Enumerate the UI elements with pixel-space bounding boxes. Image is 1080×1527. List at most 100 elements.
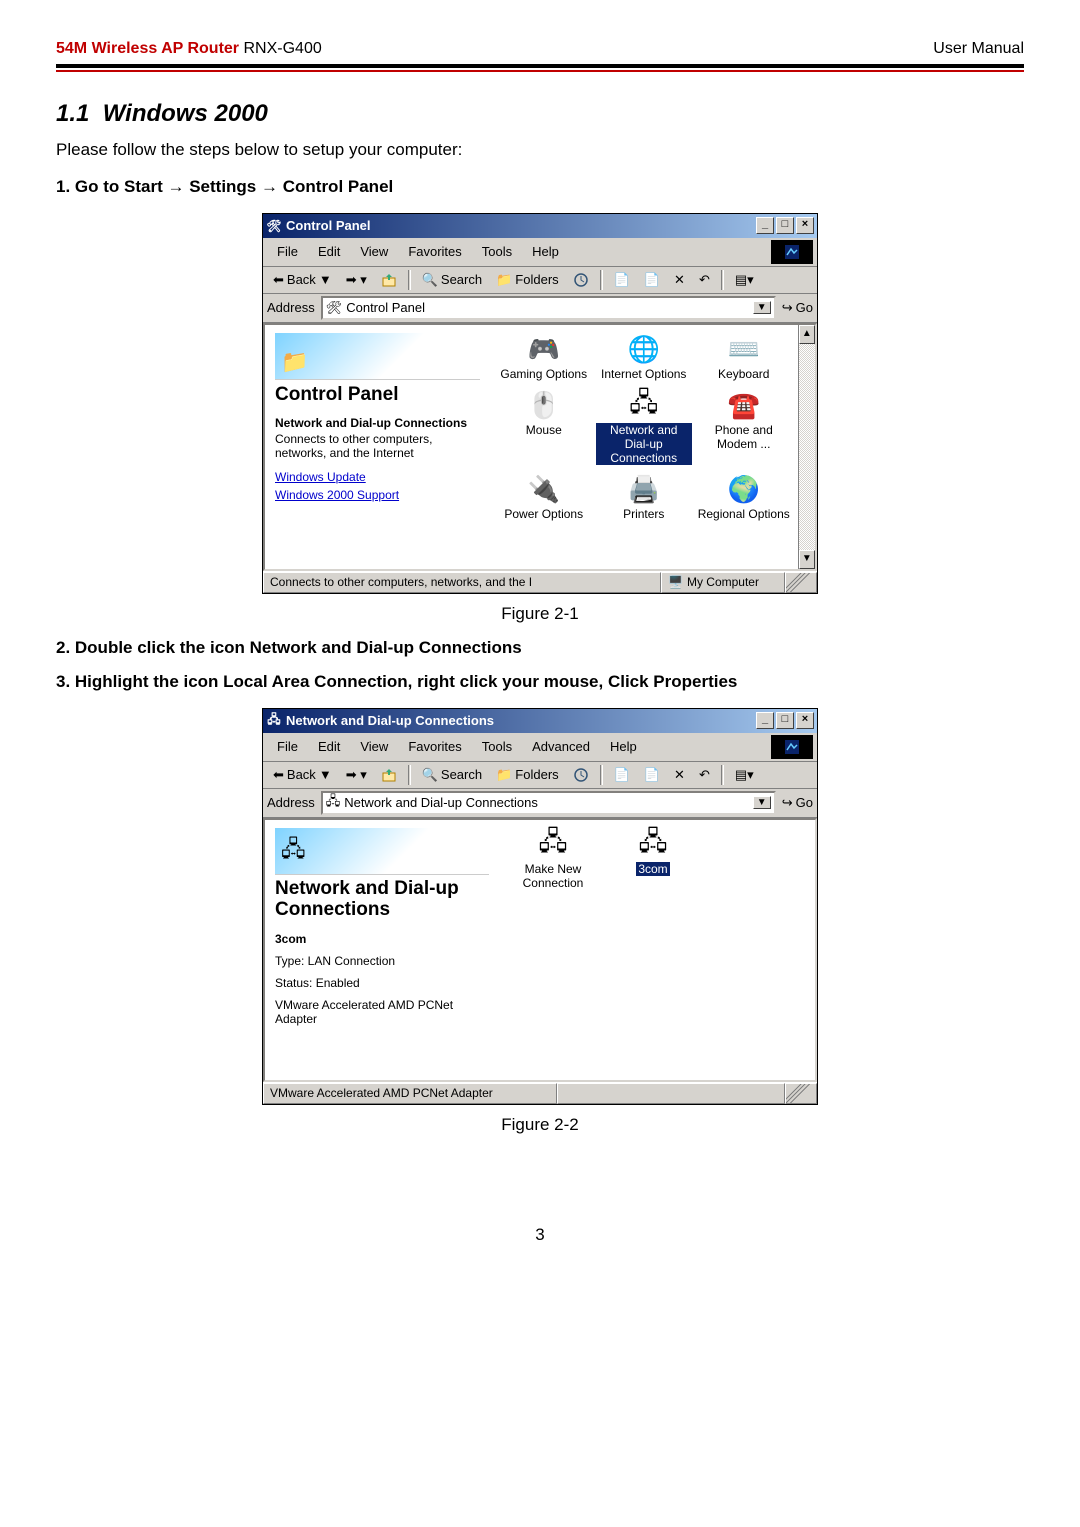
icon-pane[interactable]: 🖧Make New Connection 🖧3com bbox=[499, 820, 815, 1080]
views-button[interactable]: ▤▾ bbox=[729, 765, 760, 785]
menubar: File Edit View Favorites Tools Advanced … bbox=[263, 733, 817, 762]
minimize-button[interactable]: _ bbox=[756, 217, 774, 234]
arrow-icon: → bbox=[167, 177, 184, 196]
maximize-button[interactable]: □ bbox=[776, 712, 794, 729]
resize-grip[interactable] bbox=[785, 572, 817, 593]
titlebar[interactable]: 🖧 Network and Dial-up Connections _ □ × bbox=[263, 709, 817, 733]
copy-to-button[interactable]: 📄 bbox=[638, 270, 666, 290]
icon-make-new-connection[interactable]: 🖧Make New Connection bbox=[503, 826, 603, 896]
address-dropdown[interactable]: ▼ bbox=[753, 301, 771, 314]
scroll-up[interactable]: ▲ bbox=[799, 325, 815, 344]
menu-tools[interactable]: Tools bbox=[472, 242, 522, 261]
back-button[interactable]: ⬅ Back ▼ bbox=[267, 765, 338, 785]
icon-internet-options[interactable]: 🌐Internet Options bbox=[594, 331, 694, 387]
icon-keyboard[interactable]: ⌨️Keyboard bbox=[694, 331, 794, 387]
icon-network-dialup[interactable]: 🖧Network and Dial-up Connections bbox=[594, 387, 694, 471]
status-text: VMware Accelerated AMD PCNet Adapter bbox=[263, 1083, 557, 1104]
address-dropdown[interactable]: ▼ bbox=[753, 796, 771, 809]
icon-mouse[interactable]: 🖱️Mouse bbox=[494, 387, 594, 471]
info-sidebar: 🖧 Network and Dial-up Connections 3com T… bbox=[265, 820, 499, 1080]
icon-power-options[interactable]: 🔌Power Options bbox=[494, 471, 594, 527]
folders-button[interactable]: 📁 Folders bbox=[490, 765, 565, 785]
search-button[interactable]: 🔍 Search bbox=[416, 270, 488, 290]
menu-edit[interactable]: Edit bbox=[308, 737, 350, 756]
icon-pane[interactable]: 🎮Gaming Options 🌐Internet Options ⌨️Keyb… bbox=[490, 325, 798, 569]
icon-printers[interactable]: 🖨️Printers bbox=[594, 471, 694, 527]
connection-type: Type: LAN Connection bbox=[275, 954, 489, 968]
screenshot-network-dialup: 🖧 Network and Dial-up Connections _ □ × … bbox=[262, 708, 818, 1105]
resize-grip[interactable] bbox=[785, 1083, 817, 1104]
menu-advanced[interactable]: Advanced bbox=[522, 737, 600, 756]
status-text: Connects to other computers, networks, a… bbox=[263, 572, 661, 593]
control-panel-icon: 🛠 bbox=[326, 300, 343, 316]
menu-view[interactable]: View bbox=[350, 737, 398, 756]
menu-view[interactable]: View bbox=[350, 242, 398, 261]
up-button[interactable] bbox=[375, 765, 403, 785]
close-button[interactable]: × bbox=[796, 217, 814, 234]
icon-phone-modem[interactable]: ☎️Phone and Modem ... bbox=[694, 387, 794, 471]
menu-file[interactable]: File bbox=[267, 242, 308, 261]
move-to-button[interactable]: 📄 bbox=[608, 270, 636, 290]
menu-help[interactable]: Help bbox=[522, 242, 569, 261]
delete-button[interactable]: ✕ bbox=[668, 765, 691, 785]
folders-button[interactable]: 📁 Folders bbox=[490, 270, 565, 290]
toolbar: ⬅ Back ▼ ➡ ▾ 🔍 Search 📁 Folders 📄 📄 ✕ ↶ … bbox=[263, 762, 817, 789]
menu-help[interactable]: Help bbox=[600, 737, 647, 756]
maximize-button[interactable]: □ bbox=[776, 217, 794, 234]
views-button[interactable]: ▤▾ bbox=[729, 270, 760, 290]
copy-to-button[interactable]: 📄 bbox=[638, 765, 666, 785]
icon-3com-connection[interactable]: 🖧3com bbox=[603, 826, 703, 896]
content-area: 📁 Control Panel Network and Dial-up Conn… bbox=[263, 323, 817, 571]
icon-gaming-options[interactable]: 🎮Gaming Options bbox=[494, 331, 594, 387]
history-button[interactable] bbox=[567, 765, 595, 785]
statusbar: VMware Accelerated AMD PCNet Adapter bbox=[263, 1082, 817, 1104]
link-win2000-support[interactable]: Windows 2000 Support bbox=[275, 488, 480, 502]
header-right: User Manual bbox=[933, 40, 1024, 58]
product-name: 54M Wireless AP Router bbox=[56, 40, 239, 57]
info-sidebar: 📁 Control Panel Network and Dial-up Conn… bbox=[265, 325, 490, 569]
go-button[interactable]: ↪ Go bbox=[782, 300, 813, 316]
address-label: Address bbox=[267, 795, 315, 810]
menu-edit[interactable]: Edit bbox=[308, 242, 350, 261]
search-button[interactable]: 🔍 Search bbox=[416, 765, 488, 785]
scroll-down[interactable]: ▼ bbox=[799, 550, 815, 569]
connection-adapter: VMware Accelerated AMD PCNet Adapter bbox=[275, 998, 489, 1026]
screenshot-control-panel: 🛠 Control Panel _ □ × File Edit View Fav… bbox=[262, 213, 818, 594]
history-button[interactable] bbox=[567, 270, 595, 290]
undo-button[interactable]: ↶ bbox=[693, 765, 716, 785]
delete-button[interactable]: ✕ bbox=[668, 270, 691, 290]
address-field[interactable]: 🖧 Network and Dial-up Connections ▼ bbox=[321, 791, 776, 815]
menu-favorites[interactable]: Favorites bbox=[398, 242, 471, 261]
menu-file[interactable]: File bbox=[267, 737, 308, 756]
go-button[interactable]: ↪ Go bbox=[782, 795, 813, 811]
network-icon: 🖧 bbox=[326, 792, 341, 814]
titlebar[interactable]: 🛠 Control Panel _ □ × bbox=[263, 214, 817, 238]
scrollbar[interactable]: ▲ ▼ bbox=[798, 325, 815, 569]
window-title: Network and Dial-up Connections bbox=[286, 713, 494, 728]
sidebar-banner: 📁 bbox=[275, 333, 480, 380]
arrow-icon: → bbox=[261, 177, 278, 196]
forward-button[interactable]: ➡ ▾ bbox=[340, 765, 373, 785]
selected-item-title: Network and Dial-up Connections bbox=[275, 416, 480, 430]
close-button[interactable]: × bbox=[796, 712, 814, 729]
minimize-button[interactable]: _ bbox=[756, 712, 774, 729]
forward-button[interactable]: ➡ ▾ bbox=[340, 270, 373, 290]
icon-regional-options[interactable]: 🌍Regional Options bbox=[694, 471, 794, 527]
menu-tools[interactable]: Tools bbox=[472, 737, 522, 756]
header-rule bbox=[56, 64, 1024, 72]
selected-item-desc: Connects to other computers, networks, a… bbox=[275, 432, 480, 460]
menubar: File Edit View Favorites Tools Help bbox=[263, 238, 817, 267]
address-field[interactable]: 🛠 Control Panel ▼ bbox=[321, 296, 776, 320]
figure-1-caption: Figure 2-1 bbox=[56, 604, 1024, 624]
undo-button[interactable]: ↶ bbox=[693, 270, 716, 290]
step-1: 1. Go to Start → Settings → Control Pane… bbox=[56, 177, 1024, 197]
throbber-icon bbox=[771, 240, 813, 264]
menu-favorites[interactable]: Favorites bbox=[398, 737, 471, 756]
network-icon: 🖧 bbox=[266, 713, 282, 729]
model: RNX-G400 bbox=[243, 40, 321, 57]
link-windows-update[interactable]: Windows Update bbox=[275, 470, 480, 484]
move-to-button[interactable]: 📄 bbox=[608, 765, 636, 785]
up-button[interactable] bbox=[375, 270, 403, 290]
throbber-icon bbox=[771, 735, 813, 759]
back-button[interactable]: ⬅ Back ▼ bbox=[267, 270, 338, 290]
